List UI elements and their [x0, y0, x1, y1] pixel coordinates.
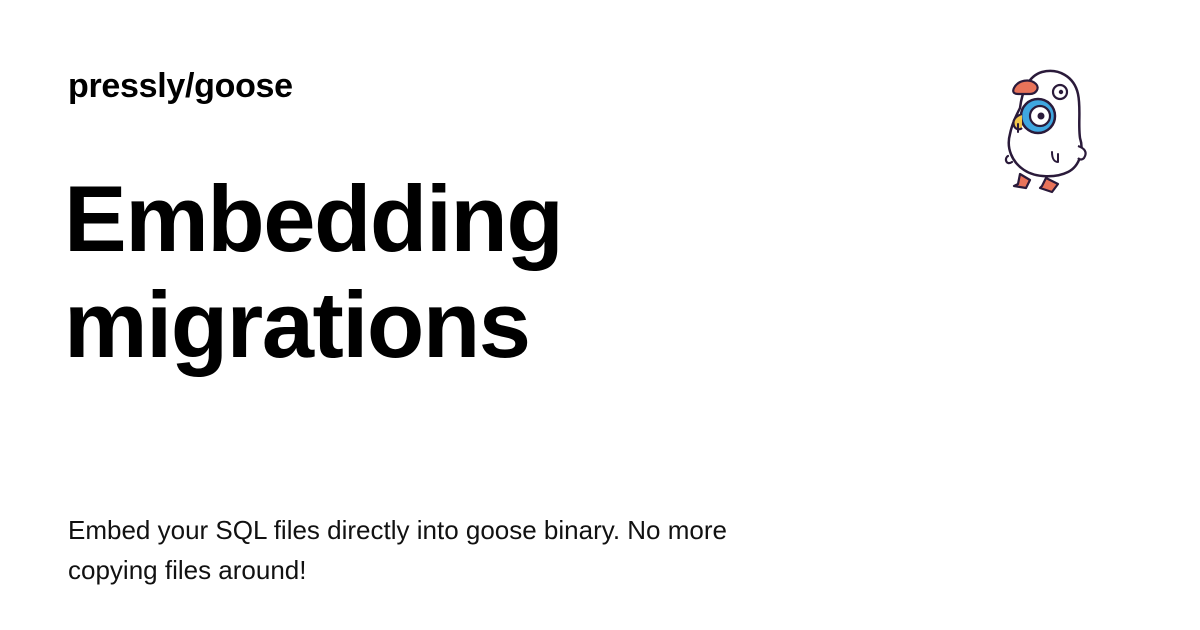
page-title: Embedding migrations [64, 166, 864, 378]
goose-beak [1012, 79, 1039, 96]
goose-tail [1077, 144, 1087, 161]
title-line-1: Embedding [64, 166, 564, 271]
social-card: pressly/goose Embedding migrations Embed… [0, 0, 1200, 630]
title-line-2: migrations [64, 272, 531, 377]
goose-foot-right [1038, 176, 1060, 194]
goose-foot-left [1012, 172, 1032, 190]
page-description: Embed your SQL files directly into goose… [68, 515, 727, 585]
goose-mascot-icon [1004, 69, 1087, 194]
repo-name: pressly/goose [68, 67, 293, 105]
